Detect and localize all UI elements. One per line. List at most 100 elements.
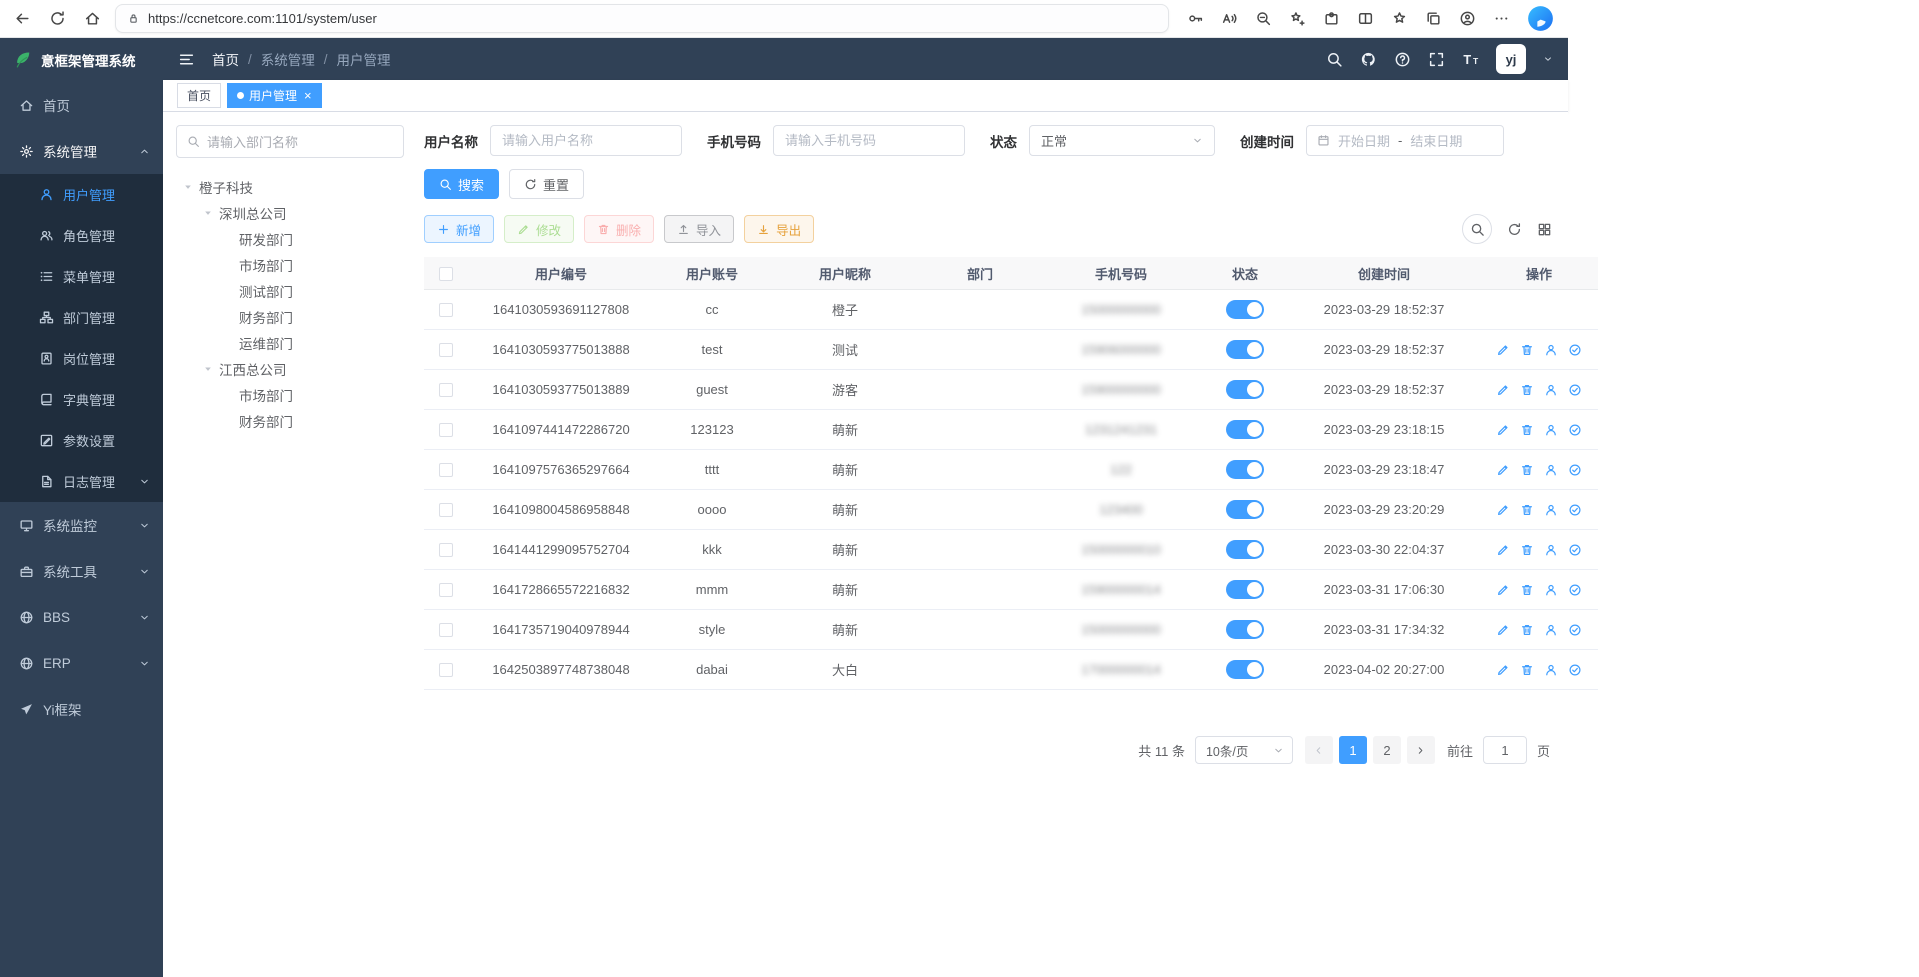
edit-icon[interactable] [1496,583,1510,597]
delete-icon[interactable] [1520,663,1534,677]
delete-icon[interactable] [1520,623,1534,637]
more-icon[interactable] [1493,10,1510,27]
tree-node-5[interactable]: 财务部门 [176,304,404,330]
assign-role-icon[interactable] [1568,623,1582,637]
reset-password-icon[interactable] [1544,463,1558,477]
sidebar-item-5[interactable]: ERP [0,640,163,686]
row-checkbox[interactable] [439,503,453,517]
tree-node-8[interactable]: 市场部门 [176,382,404,408]
row-checkbox[interactable] [439,663,453,677]
edit-icon[interactable] [1496,423,1510,437]
select-all-checkbox[interactable] [439,267,453,281]
favorites-bar-icon[interactable] [1391,10,1408,27]
close-icon[interactable]: × [304,89,312,102]
reset-password-icon[interactable] [1544,503,1558,517]
page-button-1[interactable]: 1 [1339,736,1367,764]
column-header-0[interactable]: 用户编号 [468,257,654,290]
sidebar-subitem-0[interactable]: 用户管理 [0,174,163,215]
date-range-picker[interactable]: 开始日期 - 结束日期 [1306,125,1504,156]
sidebar-subitem-6[interactable]: 参数设置 [0,420,163,461]
sidebar-item-0[interactable]: 首页 [0,82,163,128]
column-header-3[interactable]: 部门 [920,257,1040,290]
reset-password-icon[interactable] [1544,543,1558,557]
home-icon[interactable] [84,10,101,27]
sidebar-item-6[interactable]: Yi框架 [0,686,163,732]
status-select[interactable]: 正常 [1029,125,1215,156]
status-toggle[interactable] [1226,460,1264,479]
prev-page-button[interactable] [1305,736,1333,764]
sidebar-item-3[interactable]: 系统工具 [0,548,163,594]
tree-node-0[interactable]: 橙子科技 [176,174,404,200]
tab-1[interactable]: 用户管理× [227,83,322,108]
sidebar-item-1[interactable]: 系统管理 [0,128,163,174]
reset-password-icon[interactable] [1544,623,1558,637]
refresh-icon[interactable] [49,10,66,27]
key-icon[interactable] [1187,10,1204,27]
reset-password-icon[interactable] [1544,343,1558,357]
status-toggle[interactable] [1226,300,1264,319]
breadcrumb-item[interactable]: 用户管理 [337,49,391,69]
back-arrow-icon[interactable] [14,10,31,27]
assign-role-icon[interactable] [1568,583,1582,597]
delete-icon[interactable] [1520,543,1534,557]
hamburger-icon[interactable] [178,51,195,68]
status-toggle[interactable] [1226,340,1264,359]
github-icon[interactable] [1360,51,1377,68]
edit-icon[interactable] [1496,663,1510,677]
export-button[interactable]: 导出 [744,215,814,243]
next-page-button[interactable] [1407,736,1435,764]
dept-search-input[interactable]: 请输入部门名称 [176,125,404,158]
address-bar[interactable]: https://ccnetcore.com:1101/system/user [115,4,1169,33]
status-toggle[interactable] [1226,660,1264,679]
toggle-search-button[interactable] [1462,214,1492,244]
column-settings-button[interactable] [1537,222,1552,237]
profile-icon[interactable] [1459,10,1476,27]
row-checkbox[interactable] [439,343,453,357]
bing-icon[interactable] [1527,5,1554,32]
tree-node-2[interactable]: 研发部门 [176,226,404,252]
sidebar-subitem-2[interactable]: 菜单管理 [0,256,163,297]
tree-node-9[interactable]: 财务部门 [176,408,404,434]
delete-icon[interactable] [1520,463,1534,477]
reset-password-icon[interactable] [1544,583,1558,597]
sidebar-item-4[interactable]: BBS [0,594,163,640]
add-button[interactable]: 新增 [424,215,494,243]
row-checkbox[interactable] [439,543,453,557]
delete-button[interactable]: 删除 [584,215,654,243]
search-icon[interactable] [1326,51,1343,68]
assign-role-icon[interactable] [1568,663,1582,677]
refresh-table-button[interactable] [1507,222,1522,237]
tab-0[interactable]: 首页 [177,83,221,108]
goto-page-input[interactable] [1483,736,1527,764]
delete-icon[interactable] [1520,423,1534,437]
breadcrumb-item[interactable]: 系统管理 [261,49,315,69]
edit-icon[interactable] [1496,623,1510,637]
column-header-5[interactable]: 状态 [1202,257,1288,290]
status-toggle[interactable] [1226,580,1264,599]
tree-node-7[interactable]: 江西总公司 [176,356,404,382]
tree-node-6[interactable]: 运维部门 [176,330,404,356]
reset-password-icon[interactable] [1544,423,1558,437]
status-toggle[interactable] [1226,380,1264,399]
sidebar-subitem-4[interactable]: 岗位管理 [0,338,163,379]
assign-role-icon[interactable] [1568,343,1582,357]
extensions-icon[interactable] [1323,10,1340,27]
search-button[interactable]: 搜索 [424,169,499,199]
username-input[interactable] [490,125,682,156]
sidebar-subitem-1[interactable]: 角色管理 [0,215,163,256]
reset-password-icon[interactable] [1544,383,1558,397]
column-header-2[interactable]: 用户昵称 [770,257,920,290]
row-checkbox[interactable] [439,463,453,477]
delete-icon[interactable] [1520,383,1534,397]
reset-password-icon[interactable] [1544,663,1558,677]
assign-role-icon[interactable] [1568,463,1582,477]
collections-icon[interactable] [1425,10,1442,27]
assign-role-icon[interactable] [1568,383,1582,397]
breadcrumb-item[interactable]: 首页 [212,49,239,69]
read-aloud-icon[interactable] [1221,10,1238,27]
favorites-add-icon[interactable] [1289,10,1306,27]
status-toggle[interactable] [1226,540,1264,559]
row-checkbox[interactable] [439,583,453,597]
fullscreen-icon[interactable] [1428,51,1445,68]
assign-role-icon[interactable] [1568,503,1582,517]
